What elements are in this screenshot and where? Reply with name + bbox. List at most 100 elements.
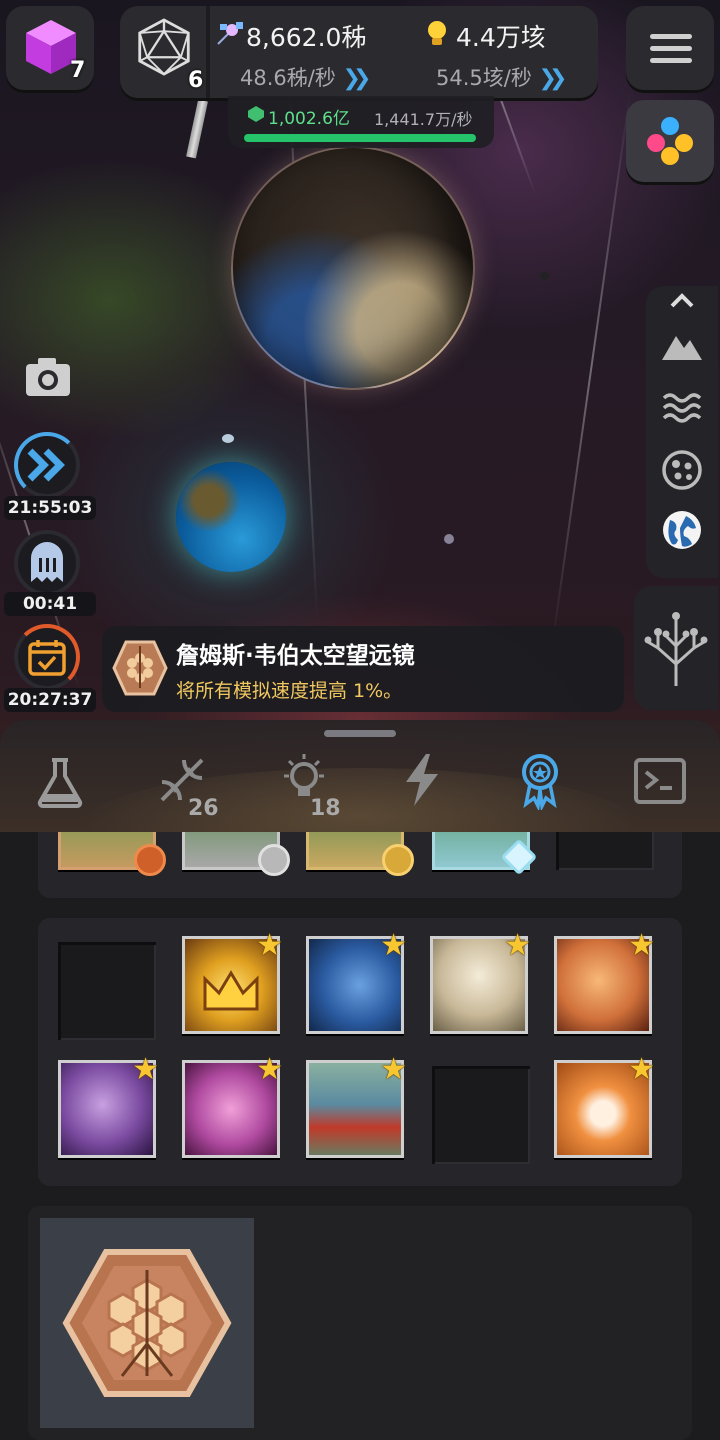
star-icon: ★ (380, 928, 407, 963)
divider (206, 6, 210, 98)
speed-boost-timer[interactable]: 21:55:03 (4, 432, 96, 522)
orange-explorer-card[interactable]: ★ (554, 931, 655, 1034)
waves-icon[interactable] (660, 386, 704, 430)
empty-slot (432, 1066, 530, 1164)
chevron-up-icon[interactable] (660, 288, 704, 310)
purple-dinosaur-card[interactable]: ★ (58, 1055, 159, 1158)
medal-section (38, 832, 682, 898)
calendar-time: 20:27:37 (4, 688, 96, 712)
ghost-icon (31, 542, 63, 582)
jwst-hexagon-icon (62, 1249, 232, 1397)
empty-slot (58, 942, 156, 1040)
ideas-count: 18 (310, 796, 341, 821)
dna-count: 26 (188, 796, 219, 821)
cube-count: 7 (70, 58, 86, 83)
star-icon: ★ (132, 1052, 159, 1087)
star-icon: ★ (256, 1052, 283, 1087)
space-probe (186, 99, 208, 159)
tab-dna[interactable]: 26 (148, 750, 220, 822)
star-icon: ★ (628, 1052, 655, 1087)
tab-console[interactable] (628, 750, 700, 822)
fast-forward-icon: ❯❯ (538, 66, 568, 91)
flask-icon (37, 758, 83, 808)
resource-1-rate: 48.6秭/秒 ❯❯ (240, 66, 372, 91)
d20-count: 6 (188, 68, 204, 93)
shiba-dog-card[interactable]: ★ (554, 1055, 655, 1158)
distant-star (444, 534, 454, 544)
birds-fish-card[interactable]: ★ (306, 1055, 407, 1158)
award-ribbon-icon (522, 754, 558, 810)
tech-tree-button[interactable] (634, 586, 718, 710)
gold-medal-icon (382, 844, 414, 876)
satellite-icon (217, 22, 243, 45)
planet-earth[interactable] (176, 462, 286, 572)
detail-image (40, 1218, 254, 1428)
star-icon: ★ (380, 1052, 407, 1087)
terminal-icon (634, 758, 686, 804)
drag-handle[interactable] (324, 730, 396, 737)
resource-2-value: 4.4万垓 (456, 23, 546, 52)
ghost-timer[interactable]: 00:41 (4, 530, 96, 616)
crown-card[interactable]: ★ (182, 931, 283, 1034)
timer-ring (14, 624, 80, 690)
resource-panel: 6 8,662.0秭 48.6秭/秒 ❯❯ 4.4万垓 54.5垓/秒 ❯❯ (120, 6, 598, 98)
toast-title: 詹姆斯·韦伯太空望远镜 (176, 643, 415, 669)
planet-large[interactable] (231, 146, 475, 390)
sub-resource-bar: 1,002.6亿 1,441.7万/秒 (228, 96, 494, 148)
cube-button[interactable]: 7 (6, 6, 94, 90)
jwst-hexagon-icon (112, 640, 168, 696)
fast-forward-icon: ❯❯ (342, 66, 372, 91)
green-gem-icon (248, 106, 264, 122)
cells-icon[interactable] (660, 448, 704, 492)
tab-power[interactable] (388, 750, 460, 822)
empty-slot (556, 832, 654, 870)
hamburger-icon (650, 58, 692, 63)
pink-dolphin-card[interactable]: ★ (182, 1055, 283, 1158)
satellite (222, 434, 234, 443)
menu-button[interactable] (626, 6, 714, 90)
timer-ring (14, 432, 80, 498)
speed-boost-time: 21:55:03 (4, 496, 96, 520)
tab-achievements[interactable] (504, 750, 576, 822)
palette-button[interactable] (626, 100, 714, 182)
terrain-tool-strip (646, 286, 718, 578)
fast-forward-icon (27, 448, 65, 482)
game-screen: 7 6 8,662.0秭 48.6秭/秒 ❯❯ 4.4万垓 54.5垓/秒 ❯❯… (0, 0, 720, 1440)
sub-resource-progress (244, 134, 476, 142)
calendar-check-icon (28, 640, 66, 676)
ghost-time: 00:41 (4, 592, 96, 616)
star-icon: ★ (256, 928, 283, 963)
hamburger-icon (650, 46, 692, 51)
star-icon: ★ (504, 928, 531, 963)
darwin-statue-card[interactable]: ★ (430, 931, 531, 1034)
asteroid (540, 272, 549, 280)
globe-icon[interactable] (660, 508, 704, 552)
light-streak (551, 92, 631, 648)
bottom-tab-bar: 26 18 (0, 720, 720, 832)
timer-ring (14, 530, 80, 596)
mountain-icon[interactable] (660, 324, 704, 368)
collection-section: ★ ★ ★ ★ ★ ★ ★ ★ (38, 918, 682, 1186)
toast-description: 将所有模拟速度提高 1%。 (176, 680, 403, 702)
progress-fill (244, 134, 476, 142)
crown-icon (203, 970, 259, 1011)
resource-2-rate: 54.5垓/秒 ❯❯ (436, 66, 568, 91)
silver-medal-icon (258, 844, 290, 876)
sub-resource-value: 1,002.6亿 (268, 109, 350, 129)
d20-icon (138, 18, 190, 76)
tab-science[interactable] (24, 750, 96, 822)
achievements-panel: ★ ★ ★ ★ ★ ★ ★ ★ (0, 832, 720, 1440)
lightning-icon (406, 754, 438, 806)
star-icon: ★ (628, 928, 655, 963)
lightbulb-icon (428, 21, 446, 45)
tree-branches-icon (644, 612, 708, 686)
sub-resource-rate: 1,441.7万/秒 (374, 110, 473, 129)
tab-ideas[interactable]: 18 (270, 750, 342, 822)
calendar-timer[interactable]: 20:27:37 (4, 624, 96, 712)
d20-button[interactable]: 6 (130, 12, 208, 93)
resource-1-value: 8,662.0秭 (246, 23, 367, 52)
blue-elephant-card[interactable]: ★ (306, 931, 407, 1034)
hamburger-icon (650, 34, 692, 39)
camera-icon[interactable] (24, 356, 72, 398)
achievement-toast[interactable]: 詹姆斯·韦伯太空望远镜 将所有模拟速度提高 1%。 (102, 626, 624, 712)
